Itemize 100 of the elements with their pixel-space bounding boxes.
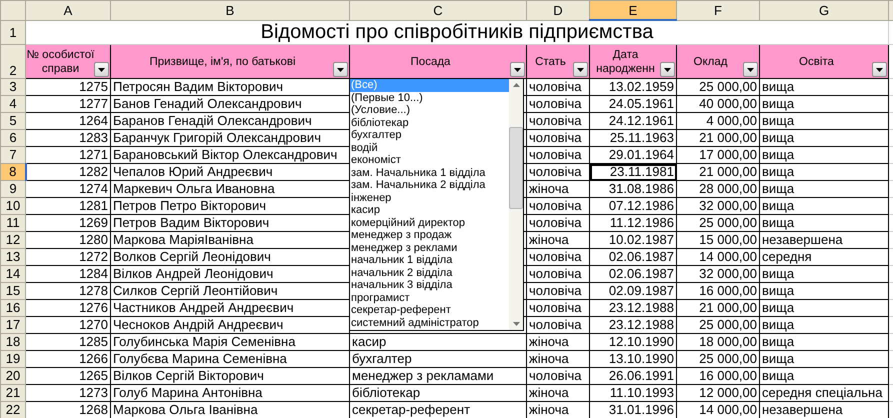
gender-cell: жіноча [529,232,569,247]
row-header[interactable]: 8 [0,164,26,180]
filter-option[interactable]: програмист [350,292,509,304]
column-header[interactable]: B [110,0,350,20]
education-cell: вища [762,318,794,332]
birth-date-cell: 02.06.1987 [608,250,674,264]
filter-button[interactable] [743,62,758,77]
row-header[interactable]: 6 [0,130,26,146]
birth-date-cell: 07.12.1986 [608,198,674,213]
row-header[interactable]: 19 [0,350,26,368]
filter-option[interactable]: начальник 3 відділа [350,279,509,292]
gender-cell: жіноча [529,182,569,196]
gender-cell: жіноча [529,352,569,366]
education-cell: вища [762,148,794,162]
education-cell: вища [762,80,794,94]
row-header[interactable]: 1 [0,20,26,44]
gender-cell: чоловіча [529,266,582,281]
row-header[interactable]: 17 [0,316,26,334]
full-name-cell: Частников Андрей Андреєвич [113,300,294,315]
salary-cell: 14 000,00 [699,250,757,264]
row-header[interactable]: 18 [0,334,26,350]
filter-button[interactable] [660,62,675,77]
row-header[interactable]: 2 [0,44,26,78]
row-header[interactable]: 16 [0,300,26,316]
salary-cell: 16 000,00 [699,284,757,298]
education-cell: вища [762,266,794,281]
filter-option[interactable]: менеджер з реклами [350,242,509,254]
row-header[interactable]: 11 [0,214,26,232]
education-cell: вища [762,352,794,366]
case-number-cell: 1274 [79,182,108,196]
row-header[interactable]: 21 [0,384,26,402]
full-name-cell: Маркевич Ольга Ивановна [113,182,275,196]
row-header[interactable]: 15 [0,282,26,300]
filter-option[interactable]: (Условие...) [350,104,509,116]
filter-option[interactable]: економіст [350,154,509,166]
row-header[interactable]: 7 [0,146,26,164]
case-number-cell: 1276 [79,300,108,315]
gender-cell: чоловіча [529,318,582,332]
education-cell: вища [762,284,794,298]
full-name-cell: Баранчук Григорій Олександрович [113,130,321,145]
case-number-cell: 1281 [79,198,108,213]
filter-button[interactable] [573,62,588,77]
row-header[interactable]: 9 [0,180,26,198]
full-name-cell: Баранов Генадій Олександрович [113,114,312,128]
column-header[interactable]: A [26,0,110,20]
education-cell: вища [762,96,794,111]
filter-option[interactable]: (Первые 10...) [350,92,509,104]
case-number-cell: 1264 [79,114,108,128]
filter-button[interactable] [333,62,348,77]
filter-button[interactable] [872,62,887,77]
caret-icon [747,68,754,72]
birth-date-cell: 26.06.1991 [608,368,674,383]
caret-icon [577,68,584,72]
salary-cell: 21 000,00 [699,130,757,145]
scroll-down-icon[interactable] [512,322,520,326]
gender-cell: чоловіча [529,216,582,230]
column-header[interactable]: G [760,0,888,20]
salary-cell: 21 000,00 [699,300,757,315]
salary-cell: 21 000,00 [699,164,757,179]
column-header[interactable]: E [590,0,676,20]
birth-date-cell: 31.08.1986 [608,182,674,196]
row-header[interactable]: 13 [0,248,26,266]
education-cell: вища [762,164,794,179]
birth-date-cell: 23.11.1981 [610,164,674,179]
scrollbar[interactable] [509,79,523,330]
filter-button[interactable] [510,62,525,77]
filter-option[interactable]: водій [350,142,509,154]
row-header[interactable]: 3 [0,78,26,96]
row-header[interactable]: 22 [0,402,26,418]
column-title: Освіта [799,54,834,68]
case-number-cell: 1273 [79,386,108,400]
birth-date-cell: 11.10.1993 [610,386,674,400]
column-title: Оклад [694,54,728,68]
case-number-cell: 1272 [79,250,108,264]
column-header[interactable]: D [526,0,590,20]
birth-date-cell: 23.12.1988 [608,318,674,332]
full-name-cell: Петросян Вадим Вікторович [113,80,284,94]
caret-icon [98,68,105,72]
position-cell: касир [352,334,386,349]
case-number-cell: 1268 [79,402,108,417]
row-header[interactable]: 10 [0,198,26,214]
education-cell: середня [762,250,812,264]
column-header[interactable]: F [676,0,760,20]
row-header[interactable]: 5 [0,112,26,130]
scroll-up-icon[interactable] [512,83,520,87]
filter-button[interactable] [94,62,109,77]
filter-option[interactable]: інженер [350,192,509,204]
birth-date-cell: 12.10.1990 [608,334,674,349]
case-number-cell: 1277 [79,96,108,111]
gender-cell: чоловіча [529,198,582,213]
column-header[interactable]: C [350,0,526,20]
position-cell: бухгалтер [352,352,412,366]
filter-option[interactable]: менеджер з продаж [350,229,509,242]
full-name-cell: Голубєва Марина Семенівна [113,352,287,366]
row-header[interactable]: 14 [0,266,26,282]
row-header[interactable]: 20 [0,368,26,384]
row-header[interactable]: 4 [0,96,26,112]
education-cell: вища [762,182,794,196]
full-name-cell: Силков Сергій Леонтійович [113,284,278,298]
row-header[interactable]: 12 [0,232,26,248]
